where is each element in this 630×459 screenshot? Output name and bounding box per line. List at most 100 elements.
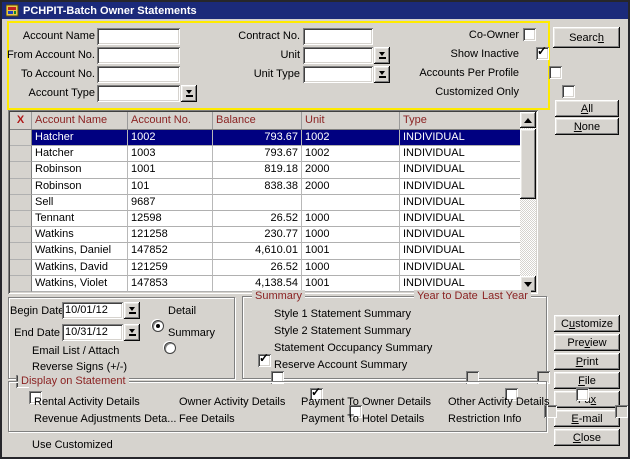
column-header-unit[interactable]: Unit — [302, 112, 400, 129]
last-year-column-header: Last Year — [479, 290, 531, 302]
cell-unit: 1000 — [302, 211, 400, 227]
table-row[interactable]: Watkins, Daniel1478524,610.011001INDIVID… — [10, 243, 520, 259]
customize-button[interactable]: Customize — [554, 315, 620, 332]
cell-account-name: Robinson — [32, 179, 128, 195]
input-account-name[interactable] — [97, 28, 180, 45]
cell-type: INDIVIDUAL — [400, 146, 520, 162]
input-to-account-no-[interactable] — [97, 66, 180, 83]
row-selector-cell[interactable] — [10, 146, 32, 162]
checkbox-show-inactive[interactable]: ✓ — [536, 47, 549, 60]
accounts-table: X Account Name Account No. Balance Unit … — [8, 110, 538, 294]
file-button[interactable]: File — [554, 372, 620, 389]
row-selector-cell[interactable] — [10, 162, 32, 178]
row-selector-cell[interactable] — [10, 243, 32, 259]
checkbox-label-payment-to-hotel-details: Payment To Hotel Details — [301, 413, 424, 425]
field-label-account-name: Account Name — [3, 30, 95, 42]
row-selector-cell[interactable] — [10, 211, 32, 227]
input-unit[interactable] — [303, 47, 373, 64]
dropdown-bar-icon — [129, 334, 136, 336]
checkbox-label-style-1-statement-summary: Style 1 Statement Summary — [274, 308, 411, 320]
input-account-type[interactable] — [97, 85, 180, 102]
column-header-account-name[interactable]: Account Name — [32, 112, 128, 129]
table-row[interactable]: Watkins121258230.771000INDIVIDUAL — [10, 227, 520, 243]
checkbox-reserve-account-summary-last-year[interactable] — [615, 405, 628, 418]
end-date-input[interactable]: 10/31/12 — [62, 324, 123, 341]
print-button[interactable]: Print — [554, 353, 620, 370]
cell-unit: 1002 — [302, 130, 400, 146]
column-header-account-no[interactable]: Account No. — [128, 112, 213, 129]
scroll-up-button[interactable] — [520, 112, 536, 128]
input-from-account-no-[interactable] — [97, 47, 180, 64]
preview-button[interactable]: Preview — [554, 334, 620, 351]
email-button[interactable]: E-mail — [554, 410, 620, 427]
cell-balance: 26.52 — [213, 211, 302, 227]
table-row[interactable]: Sell9687INDIVIDUAL — [10, 195, 520, 211]
search-button[interactable]: Search — [553, 27, 620, 48]
cell-account-name: Tennant — [32, 211, 128, 227]
row-selector-cell[interactable] — [10, 227, 32, 243]
all-button[interactable]: All — [555, 100, 619, 117]
window-title: PCHPIT-Batch Owner Statements — [23, 5, 197, 17]
end-date-dropdown-button[interactable] — [124, 324, 140, 341]
row-selector-cell[interactable] — [10, 179, 32, 195]
option-label-co-owner: Co-Owner — [374, 29, 519, 41]
table-scrollbar[interactable] — [520, 112, 536, 292]
dropdown-arrow-icon — [186, 90, 192, 94]
checkbox-label-use-customized: Use Customized — [32, 439, 113, 451]
table-row[interactable]: Hatcher1002793.671002INDIVIDUAL — [10, 130, 520, 146]
checkbox-label-style-2-statement-summary: Style 2 Statement Summary — [274, 325, 411, 337]
input-unit-type[interactable] — [303, 66, 373, 83]
checkbox-accounts-per-profile[interactable] — [549, 66, 562, 79]
column-header-type[interactable]: Type — [400, 112, 520, 129]
batch-owner-statements-window: PCHPIT-Batch Owner Statements Account Na… — [0, 0, 630, 459]
row-selector-cell[interactable] — [10, 260, 32, 276]
cell-account-no: 147852 — [128, 243, 213, 259]
begin-date-dropdown-button[interactable] — [124, 302, 140, 319]
table-row[interactable]: Tennant1259826.521000INDIVIDUAL — [10, 211, 520, 227]
radio-summary[interactable] — [164, 342, 176, 354]
cell-balance: 26.52 — [213, 260, 302, 276]
cell-account-name: Hatcher — [32, 130, 128, 146]
row-selector-cell[interactable] — [10, 130, 32, 146]
cell-balance — [213, 195, 302, 211]
cell-unit: 1002 — [302, 146, 400, 162]
checkbox-customized-only[interactable] — [562, 85, 575, 98]
table-row[interactable]: Robinson1001819.182000INDIVIDUAL — [10, 162, 520, 178]
radio-label-summary: Summary — [168, 327, 215, 339]
checkbox-label-rental-activity-details: Rental Activity Details — [34, 396, 140, 408]
column-header-balance[interactable]: Balance — [213, 112, 302, 129]
none-button[interactable]: None — [555, 118, 619, 135]
cell-type: INDIVIDUAL — [400, 260, 520, 276]
field-label-unit-type: Unit Type — [212, 68, 300, 80]
display-group-title: Display on Statement — [18, 375, 129, 387]
table-row[interactable]: Watkins, David12125926.521000INDIVIDUAL — [10, 260, 520, 276]
checkbox-style-1-statement-summary[interactable]: ✓ — [258, 354, 271, 367]
checkbox-label-reserve-account-summary: Reserve Account Summary — [274, 359, 407, 371]
radio-detail[interactable] — [152, 320, 164, 332]
close-button[interactable]: Close — [554, 429, 620, 446]
year-to-date-column-header: Year to Date — [414, 290, 481, 302]
dropdown-bar-icon — [186, 95, 193, 97]
option-label-show-inactive: Show Inactive — [374, 48, 519, 60]
checkbox-co-owner[interactable] — [523, 28, 536, 41]
column-header-x[interactable]: X — [10, 112, 32, 129]
row-selector-cell[interactable] — [10, 195, 32, 211]
option-label-customized-only: Customized Only — [374, 86, 519, 98]
table-row[interactable]: Hatcher1003793.671002INDIVIDUAL — [10, 146, 520, 162]
scrollbar-thumb[interactable] — [520, 129, 536, 199]
row-selector-cell[interactable] — [10, 276, 32, 292]
cell-account-no: 1001 — [128, 162, 213, 178]
begin-date-input[interactable]: 10/01/12 — [62, 302, 123, 319]
check-mark-icon: ✓ — [537, 45, 547, 58]
scroll-down-icon — [524, 282, 532, 287]
dropdown-button-account-type[interactable] — [181, 85, 197, 102]
cell-type: INDIVIDUAL — [400, 195, 520, 211]
cell-account-no: 1003 — [128, 146, 213, 162]
checkbox-label-other-activity-details: Other Activity Details — [448, 396, 549, 408]
checkbox-statement-occupancy-summary-last-year[interactable] — [576, 388, 589, 401]
cell-balance: 819.18 — [213, 162, 302, 178]
cell-unit: 1001 — [302, 276, 400, 292]
checkbox-label-reverse-signs-: Reverse Signs (+/-) — [32, 361, 127, 373]
input-contract-no-[interactable] — [303, 28, 373, 45]
table-row[interactable]: Robinson101838.382000INDIVIDUAL — [10, 179, 520, 195]
